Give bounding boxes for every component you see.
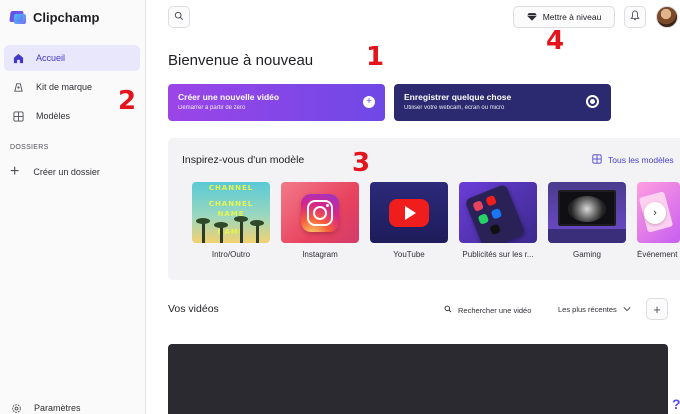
templates-title: Inspirez-vous d'un modèle bbox=[182, 154, 305, 166]
template-thumbnail bbox=[370, 182, 448, 243]
template-label: Publicités sur les r... bbox=[462, 250, 534, 259]
avatar[interactable] bbox=[656, 6, 678, 28]
annotation-number: 2 bbox=[118, 86, 137, 116]
search-icon bbox=[444, 305, 452, 315]
all-templates-link[interactable]: Tous les modèles bbox=[592, 154, 674, 166]
instagram-logo-icon bbox=[301, 193, 339, 232]
bell-icon bbox=[630, 8, 640, 26]
upgrade-label: Mettre à niveau bbox=[542, 12, 602, 22]
brand[interactable]: Clipchamp bbox=[9, 9, 100, 25]
chevron-right-icon: › bbox=[653, 207, 657, 219]
templates-icon bbox=[592, 154, 602, 166]
phone-icon bbox=[464, 183, 526, 243]
search-icon bbox=[174, 8, 184, 26]
help-icon[interactable]: ? bbox=[672, 396, 680, 414]
sidebar-item-label: Modèles bbox=[36, 111, 71, 121]
template-card-social-ads[interactable]: Publicités sur les r... bbox=[459, 182, 537, 259]
annotation-number: 3 bbox=[352, 148, 371, 178]
create-video-title: Créer une nouvelle vidéo bbox=[178, 92, 280, 102]
record-card[interactable]: Enregistrer quelque chose Utiliser votre… bbox=[394, 84, 611, 121]
create-video-card[interactable]: Créer une nouvelle vidéo Démarrer à part… bbox=[168, 84, 385, 121]
template-label: Gaming bbox=[572, 250, 601, 259]
template-thumbnail: CHANNEL CHANNEL NAME NAME bbox=[192, 182, 270, 243]
upgrade-button[interactable]: Mettre à niveau bbox=[513, 6, 615, 28]
template-label: Événement bbox=[637, 250, 678, 259]
add-video-button[interactable]: + bbox=[646, 298, 668, 320]
youtube-logo-icon bbox=[389, 198, 429, 227]
template-label: YouTube bbox=[393, 250, 425, 259]
page-title: Bienvenue à nouveau bbox=[168, 52, 314, 69]
all-templates-label: Tous les modèles bbox=[608, 155, 674, 165]
template-label: Intro/Outro bbox=[211, 250, 251, 259]
videos-title: Vos vidéos bbox=[168, 303, 219, 315]
plus-icon: + bbox=[653, 301, 661, 317]
sidebar: Clipchamp Accueil Kit de marque Modèles … bbox=[0, 0, 146, 414]
annotation-number: 1 bbox=[366, 42, 385, 72]
sort-dropdown[interactable]: Les plus récentes bbox=[558, 305, 631, 314]
sidebar-item-home[interactable]: Accueil bbox=[4, 45, 140, 71]
template-card-gaming[interactable]: Gaming bbox=[548, 182, 626, 259]
monitor-icon bbox=[558, 190, 616, 226]
plus-icon: + bbox=[10, 163, 20, 180]
plus-icon: + bbox=[363, 96, 375, 108]
app-name: Clipchamp bbox=[33, 9, 100, 25]
carousel-next-button[interactable]: › bbox=[644, 202, 666, 224]
template-card-instagram[interactable]: Instagram bbox=[281, 182, 359, 259]
templates-icon bbox=[12, 110, 24, 122]
sidebar-item-label: Kit de marque bbox=[36, 82, 93, 92]
create-folder-label: Créer un dossier bbox=[33, 167, 100, 177]
template-thumbnail bbox=[459, 182, 537, 243]
template-thumbnail bbox=[281, 182, 359, 243]
settings-button[interactable]: Paramètres bbox=[10, 402, 81, 414]
clipchamp-logo-icon bbox=[9, 9, 26, 25]
record-title: Enregistrer quelque chose bbox=[404, 92, 512, 102]
home-icon bbox=[12, 52, 24, 64]
annotation-number: 4 bbox=[546, 26, 565, 56]
template-label: Instagram bbox=[302, 250, 338, 259]
notifications-button[interactable] bbox=[624, 6, 646, 28]
template-thumbnail bbox=[548, 182, 626, 243]
create-video-subtitle: Démarrer à partir de zéro bbox=[178, 105, 246, 111]
sort-label: Les plus récentes bbox=[558, 305, 617, 314]
template-card-intro-outro[interactable]: CHANNEL CHANNEL NAME NAME Intro/Outro bbox=[192, 182, 270, 259]
record-subtitle: Utiliser votre webcam, écran ou micro bbox=[404, 105, 505, 111]
chevron-down-icon bbox=[623, 305, 631, 314]
video-search-button[interactable]: Rechercher une vidéo bbox=[444, 305, 531, 315]
video-card[interactable] bbox=[168, 344, 668, 414]
gear-icon bbox=[10, 402, 22, 414]
templates-section: Inspirez-vous d'un modèle Tous les modèl… bbox=[168, 138, 680, 280]
record-icon bbox=[586, 95, 599, 108]
create-folder-button[interactable]: + Créer un dossier bbox=[10, 164, 100, 180]
sidebar-item-label: Accueil bbox=[36, 53, 66, 63]
video-search-label: Rechercher une vidéo bbox=[458, 305, 532, 315]
diamond-icon bbox=[526, 12, 537, 23]
folders-section-title: DOSSIERS bbox=[10, 144, 49, 151]
search-button[interactable] bbox=[168, 6, 190, 28]
brand-kit-icon bbox=[12, 81, 24, 93]
settings-label: Paramètres bbox=[34, 403, 81, 413]
template-card-youtube[interactable]: YouTube bbox=[370, 182, 448, 259]
